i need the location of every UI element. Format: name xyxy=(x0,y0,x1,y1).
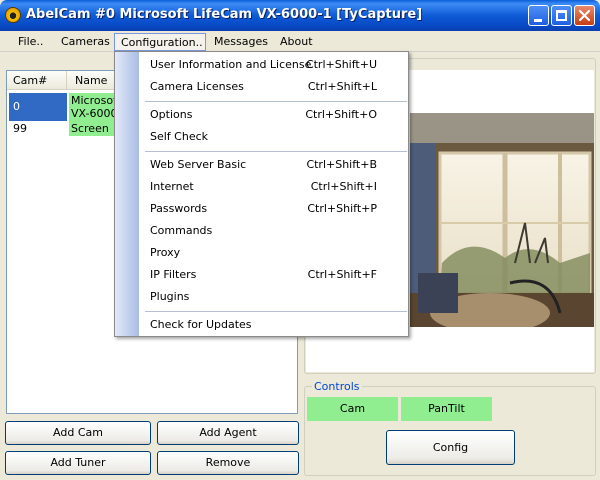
menu-messages[interactable]: Messages xyxy=(208,33,274,51)
maximize-button[interactable] xyxy=(551,5,572,26)
minimize-icon xyxy=(534,19,542,22)
add-tuner-button[interactable]: Add Tuner xyxy=(5,451,151,475)
add-cam-button[interactable]: Add Cam xyxy=(5,421,151,445)
menu-configuration[interactable]: Configuration.. xyxy=(114,33,206,51)
menu-item-label: Options xyxy=(150,108,193,121)
menu-about[interactable]: About xyxy=(274,33,319,51)
menu-options[interactable]: Options Ctrl+Shift+O xyxy=(139,104,408,126)
close-icon xyxy=(578,9,591,22)
configuration-dropdown: User Information and License Ctrl+Shift+… xyxy=(114,51,409,337)
menu-camera-licenses[interactable]: Camera Licenses Ctrl+Shift+L xyxy=(139,76,408,98)
menu-item-label: Camera Licenses xyxy=(150,80,244,93)
minimize-button[interactable] xyxy=(528,5,549,26)
menu-internet[interactable]: Internet Ctrl+Shift+I xyxy=(139,176,408,198)
close-button[interactable] xyxy=(574,5,595,26)
menu-separator xyxy=(145,151,407,152)
menu-item-label: Check for Updates xyxy=(150,318,252,331)
menu-passwords[interactable]: Passwords Ctrl+Shift+P xyxy=(139,198,408,220)
remove-button[interactable]: Remove xyxy=(157,451,299,475)
menu-item-shortcut: Ctrl+Shift+P xyxy=(307,202,377,215)
controls-legend: Controls xyxy=(312,380,362,393)
config-button[interactable]: Config xyxy=(386,430,515,465)
cam-number-cell: 0 xyxy=(9,93,67,121)
column-cam-number[interactable]: Cam# xyxy=(7,71,67,90)
menu-commands[interactable]: Commands xyxy=(139,220,408,242)
menu-ip-filters[interactable]: IP Filters Ctrl+Shift+F xyxy=(139,264,408,286)
menu-item-label: Proxy xyxy=(150,246,181,259)
menu-cameras[interactable]: Cameras xyxy=(55,33,116,51)
window-title: AbelCam #0 Microsoft LifeCam VX-6000-1 [… xyxy=(26,7,423,22)
menu-item-shortcut: Ctrl+Shift+L xyxy=(307,80,377,93)
menu-proxy[interactable]: Proxy xyxy=(139,242,408,264)
title-bar[interactable]: AbelCam #0 Microsoft LifeCam VX-6000-1 [… xyxy=(0,0,600,31)
menu-plugins[interactable]: Plugins xyxy=(139,286,408,308)
menu-check-for-updates[interactable]: Check for Updates xyxy=(139,314,408,336)
maximize-icon xyxy=(556,10,567,21)
menu-item-label: Plugins xyxy=(150,290,190,303)
menu-separator xyxy=(145,101,407,102)
menu-item-shortcut: Ctrl+Shift+B xyxy=(306,158,377,171)
abelcam-eye-icon[interactable] xyxy=(5,7,21,23)
menu-item-label: User Information and License xyxy=(150,58,312,71)
menu-file[interactable]: File.. xyxy=(12,33,49,51)
menu-self-check[interactable]: Self Check xyxy=(139,126,408,148)
menu-web-server-basic[interactable]: Web Server Basic Ctrl+Shift+B xyxy=(139,154,408,176)
add-agent-button[interactable]: Add Agent xyxy=(157,421,299,445)
menu-item-label: Self Check xyxy=(150,130,209,143)
menu-item-shortcut: Ctrl+Shift+O xyxy=(305,108,377,121)
cam-number-cell: 99 xyxy=(13,122,27,135)
menu-item-label: Commands xyxy=(150,224,213,237)
menu-separator xyxy=(145,311,407,312)
menu-item-shortcut: Ctrl+Shift+F xyxy=(307,268,377,281)
menu-item-label: Passwords xyxy=(150,202,208,215)
menu-user-information-license[interactable]: User Information and License Ctrl+Shift+… xyxy=(139,54,408,76)
cam-control-button[interactable]: Cam xyxy=(307,397,398,421)
menu-item-shortcut: Ctrl+Shift+I xyxy=(310,180,377,193)
pantilt-control-button[interactable]: PanTilt xyxy=(401,397,492,421)
camera-preview-image xyxy=(410,113,594,327)
menu-icon-gutter xyxy=(115,52,139,336)
menu-item-label: Internet xyxy=(150,180,194,193)
menu-bar: File.. Cameras Configuration.. Messages … xyxy=(0,31,600,52)
menu-item-label: IP Filters xyxy=(150,268,197,281)
menu-item-shortcut: Ctrl+Shift+U xyxy=(305,58,377,71)
camera-preview-picture xyxy=(410,113,594,327)
menu-item-label: Web Server Basic xyxy=(150,158,247,171)
